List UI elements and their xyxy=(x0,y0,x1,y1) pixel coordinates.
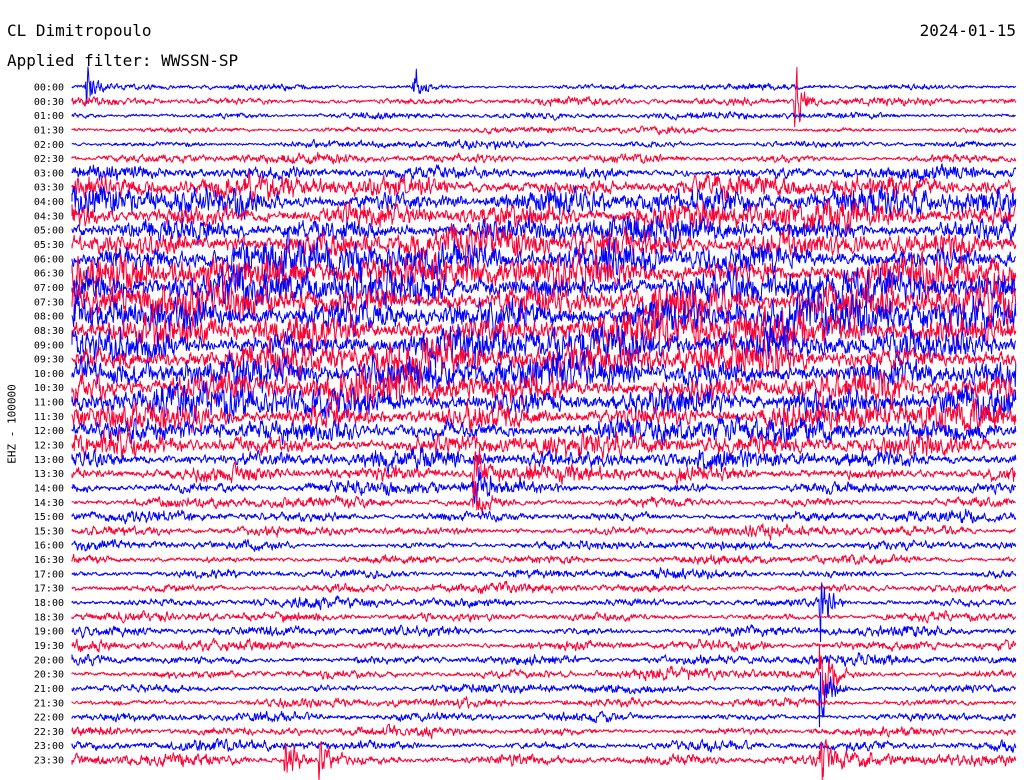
seismic-trace xyxy=(71,710,1016,724)
seismic-trace xyxy=(71,624,1017,639)
row-time-label: 20:00 xyxy=(34,655,64,666)
seismic-trace xyxy=(71,111,1016,121)
seismic-trace xyxy=(71,723,1016,740)
row-time-label: 14:30 xyxy=(34,498,64,509)
row-time-label: 08:00 xyxy=(34,312,64,323)
seismic-trace xyxy=(71,580,1017,595)
row-time-label: 06:30 xyxy=(34,269,64,280)
seismic-trace xyxy=(71,523,1016,541)
row-time-label: 10:30 xyxy=(34,383,64,394)
row-time-label: 20:30 xyxy=(34,670,64,681)
row-time-label: 23:00 xyxy=(34,741,64,752)
row-time-label: 22:30 xyxy=(34,727,64,738)
row-time-label: 03:00 xyxy=(34,168,64,179)
seismic-trace xyxy=(71,738,1017,753)
seismic-trace xyxy=(71,508,1017,525)
row-time-label: 04:00 xyxy=(34,197,64,208)
seismic-trace xyxy=(71,428,1017,461)
row-time-label: 21:30 xyxy=(34,698,64,709)
seismic-trace xyxy=(71,163,1017,182)
row-time-label: 06:00 xyxy=(34,254,64,265)
seismic-trace xyxy=(71,553,1017,566)
row-time-label: 22:00 xyxy=(34,713,64,724)
row-time-label: 11:30 xyxy=(34,412,64,423)
row-time-label: 05:00 xyxy=(34,226,64,237)
row-time-label: 09:30 xyxy=(34,355,64,366)
row-time-label: 15:30 xyxy=(34,526,64,537)
row-time-label: 01:00 xyxy=(34,111,64,122)
seismic-trace xyxy=(71,643,1017,705)
seismic-trace xyxy=(71,567,1017,580)
row-time-label: 07:00 xyxy=(34,283,64,294)
row-time-label: 01:30 xyxy=(34,125,64,136)
row-time-label: 19:30 xyxy=(34,641,64,652)
row-time-label: 12:00 xyxy=(34,426,64,437)
row-time-label: 11:00 xyxy=(34,398,64,409)
seismic-trace xyxy=(71,652,1017,667)
row-time-label: 09:00 xyxy=(34,340,64,351)
seismogram-plot: 00:00 00:30 01:00 01:30 02:00 02:30 03:00 03:30… xyxy=(34,66,1017,780)
time-label-group: 00:00 00:30 01:00 01:30 02:00 02:30 03:00 03:30… xyxy=(34,83,64,767)
row-time-label: 13:00 xyxy=(34,455,64,466)
row-time-label: 00:30 xyxy=(34,97,64,108)
seismic-trace xyxy=(71,125,1017,136)
seismic-trace xyxy=(71,138,1017,150)
row-time-label: 10:00 xyxy=(34,369,64,380)
row-time-label: 15:00 xyxy=(34,512,64,523)
row-time-label: 18:30 xyxy=(34,612,64,623)
seismic-trace xyxy=(71,696,1017,709)
row-time-label: 21:00 xyxy=(34,684,64,695)
row-time-label: 23:30 xyxy=(34,756,64,767)
row-time-label: 18:00 xyxy=(34,598,64,609)
row-time-label: 02:00 xyxy=(34,140,64,151)
seismic-trace xyxy=(71,610,1017,624)
row-time-label: 17:30 xyxy=(34,584,64,595)
row-time-label: 07:30 xyxy=(34,297,64,308)
row-time-label: 02:30 xyxy=(34,154,64,165)
seismic-trace xyxy=(71,151,1017,165)
row-time-label: 16:00 xyxy=(34,541,64,552)
row-time-label: 05:30 xyxy=(34,240,64,251)
row-time-label: 19:00 xyxy=(34,627,64,638)
seismic-trace xyxy=(71,538,1017,552)
row-time-label: 03:30 xyxy=(34,183,64,194)
row-time-label: 13:30 xyxy=(34,469,64,480)
row-time-label: 04:30 xyxy=(34,211,64,222)
row-time-label: 00:00 xyxy=(34,83,64,94)
row-time-label: 16:30 xyxy=(34,555,64,566)
seismic-trace xyxy=(71,447,1016,494)
trace-group xyxy=(71,66,1017,780)
seismic-trace xyxy=(71,582,1017,643)
row-time-label: 17:00 xyxy=(34,569,64,580)
row-time-label: 14:00 xyxy=(34,483,64,494)
row-time-label: 08:30 xyxy=(34,326,64,337)
seismic-trace xyxy=(71,637,1017,653)
helicorder-page: CL Dimitropoulo 2024-01-15 Applied filte… xyxy=(0,0,1024,780)
row-time-label: 12:30 xyxy=(34,441,64,452)
